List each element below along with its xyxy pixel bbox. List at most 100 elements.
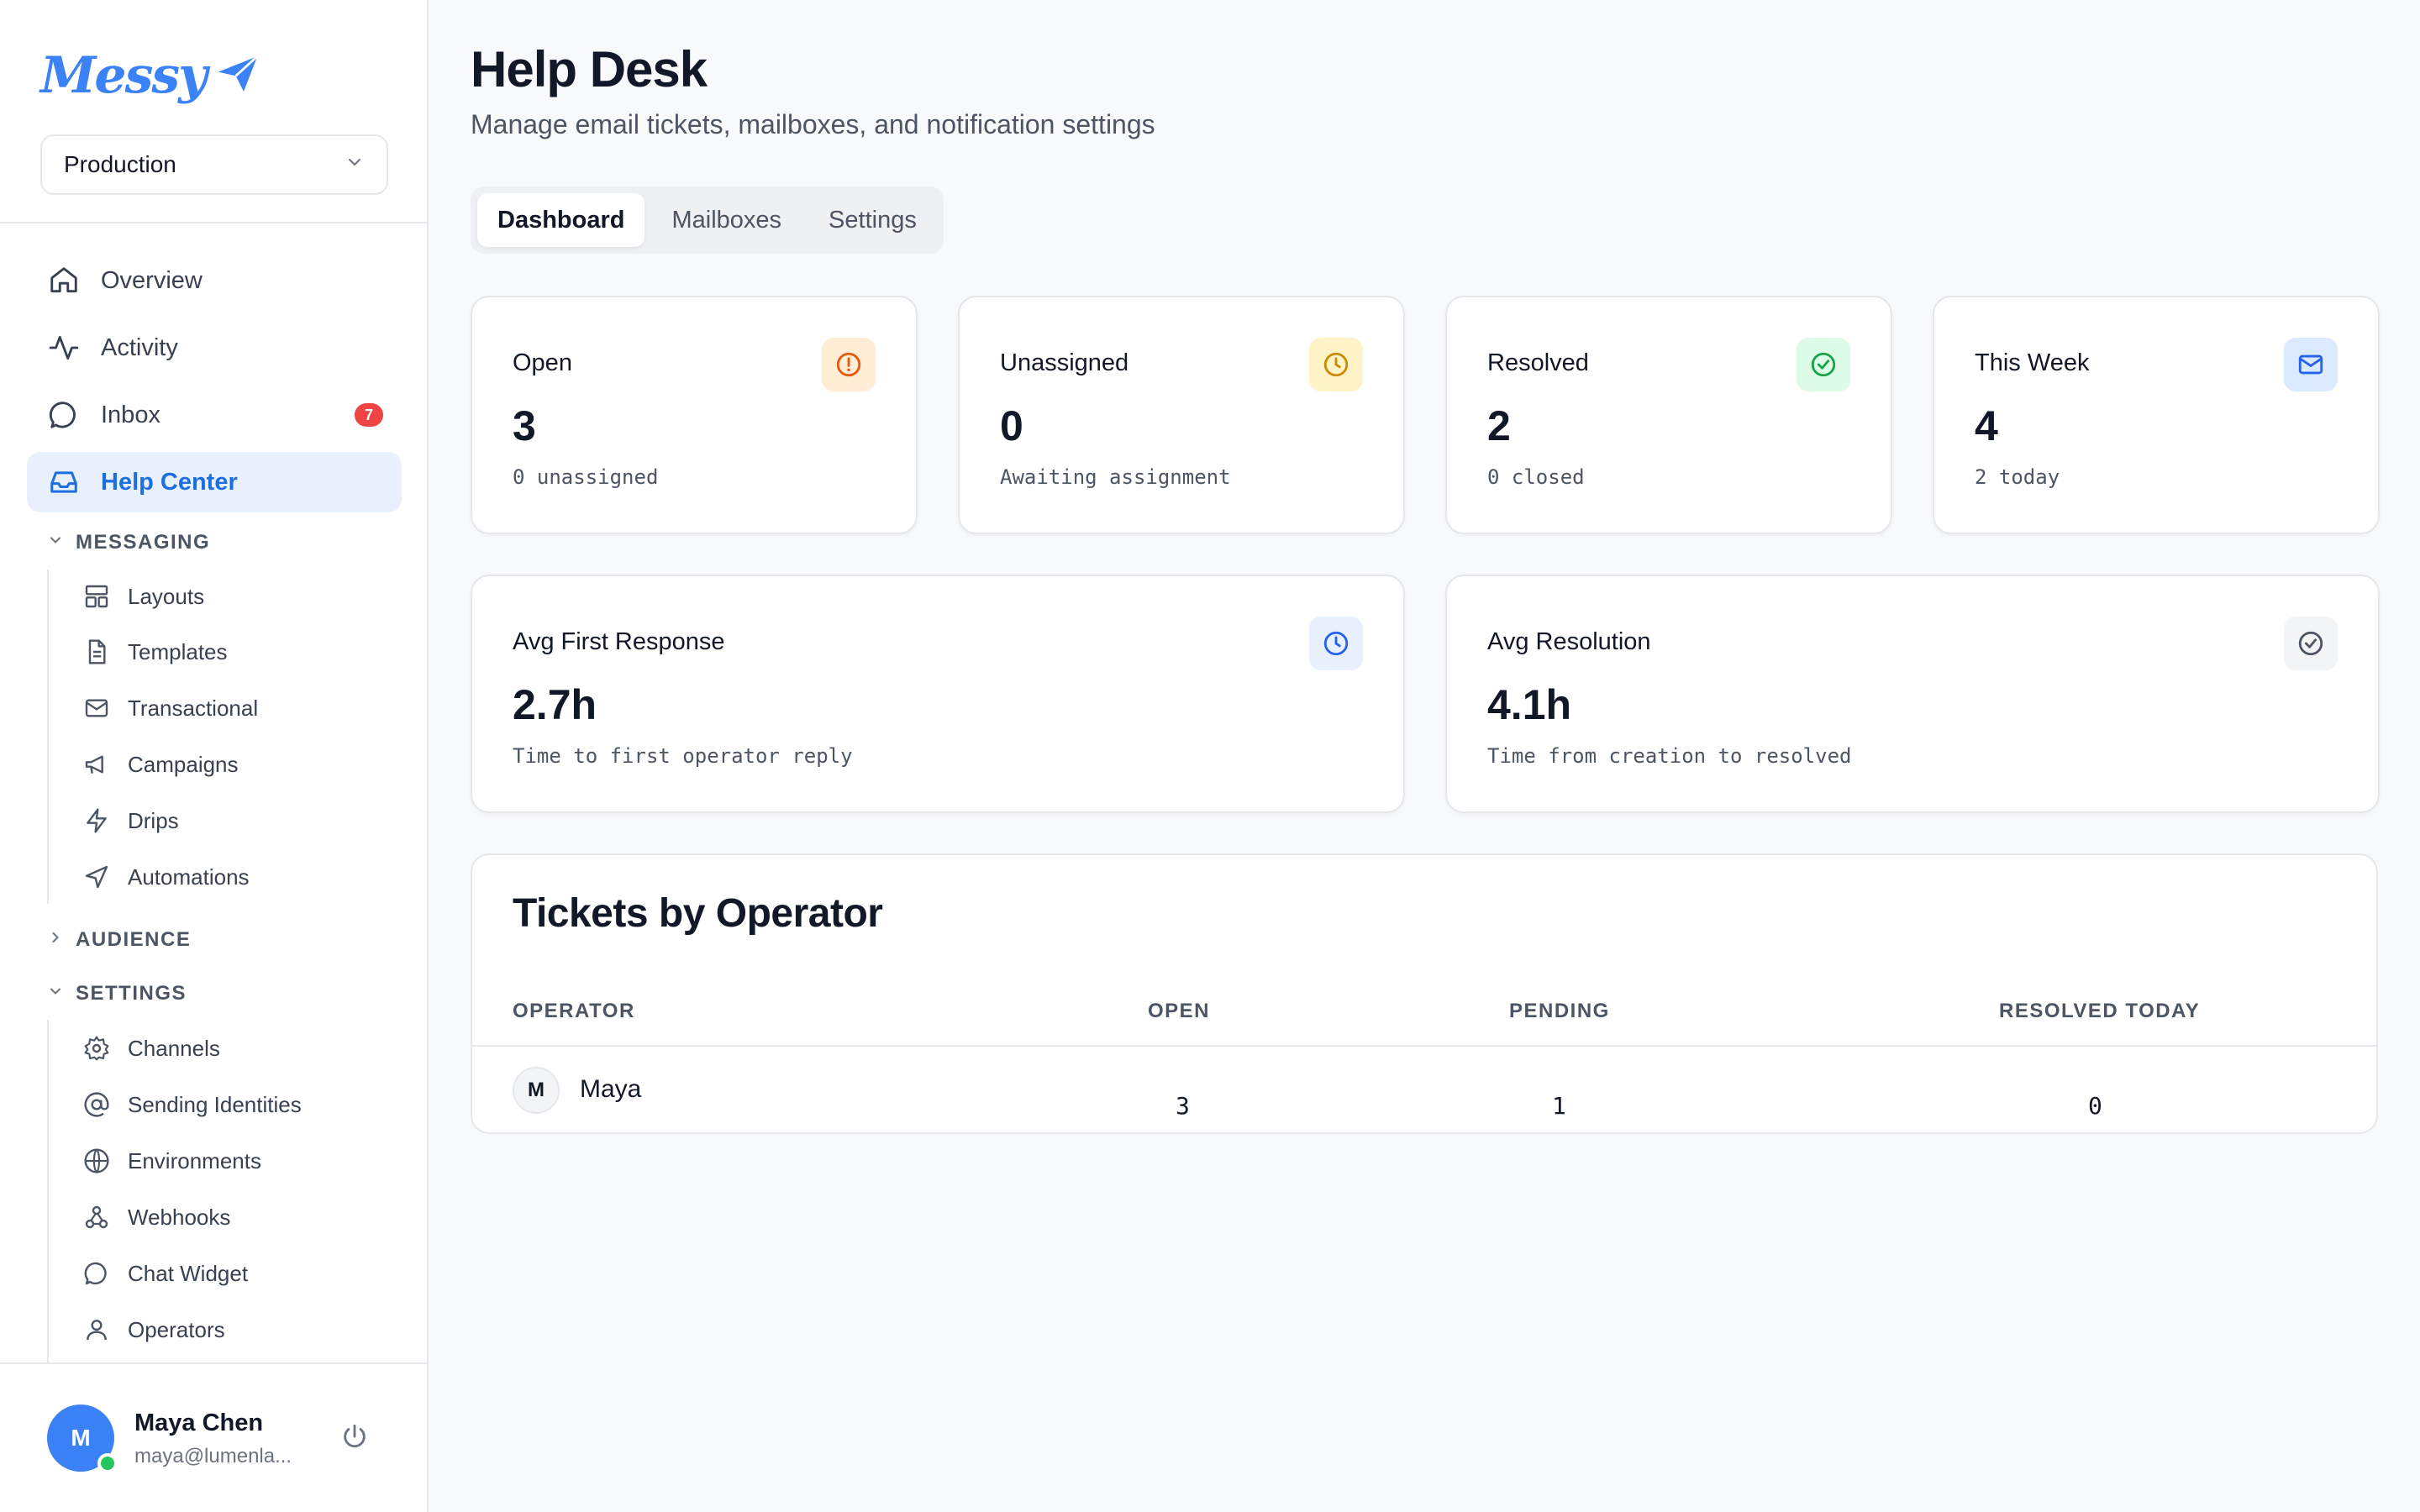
logo-text: Messy <box>40 46 208 105</box>
stat-value: 0 <box>1000 402 1023 449</box>
user-email: maya@lumenla... <box>134 1445 292 1467</box>
sidebar-item-automations[interactable]: Automations <box>82 853 250 900</box>
chevron-right-icon <box>47 928 64 952</box>
webhook-icon <box>82 1203 111 1231</box>
clock-icon <box>1309 617 1363 670</box>
section-toggle-settings[interactable]: SETTINGS <box>47 977 187 1011</box>
sidebar-item-layouts[interactable]: Layouts <box>82 573 204 620</box>
sidebar-item-channels[interactable]: Channels <box>82 1025 220 1072</box>
user-profile: M Maya Chen maya@lumenla... <box>0 1362 427 1512</box>
column-header-open: OPEN <box>1148 1000 1211 1022</box>
tab-dashboard[interactable]: Dashboard <box>477 193 645 247</box>
power-icon <box>340 1422 369 1455</box>
sidebar-item-label: Drips <box>128 807 179 833</box>
online-status-dot <box>97 1453 118 1473</box>
sidebar-item-activity[interactable]: Activity <box>27 318 402 378</box>
chat-bubble-icon <box>47 398 81 432</box>
environment-select-value: Production <box>64 151 176 177</box>
stat-label: This Week <box>1975 349 2090 376</box>
mail-icon <box>82 694 111 722</box>
stat-label: Unassigned <box>1000 349 1129 376</box>
section-tree-line <box>47 1020 49 1362</box>
check-circle-icon <box>1797 338 1850 391</box>
send-icon <box>82 863 111 891</box>
gear-icon <box>82 1034 111 1063</box>
stat-value: 4.1h <box>1487 681 1572 728</box>
sidebar-item-drips[interactable]: Drips <box>82 797 179 844</box>
inbox-count-badge: 7 <box>355 403 383 427</box>
paper-plane-icon <box>214 50 261 102</box>
operator-name: Maya <box>580 1075 642 1103</box>
stat-caption: 0 unassigned <box>513 465 659 489</box>
sidebar-item-webhooks[interactable]: Webhooks <box>82 1194 230 1241</box>
sidebar-item-label: Campaigns <box>128 751 239 777</box>
sidebar-item-operators[interactable]: Operators <box>82 1306 225 1353</box>
sidebar-item-label: Help Center <box>101 468 238 496</box>
logout-button[interactable] <box>336 1420 373 1457</box>
stat-card-resolved: Resolved 2 0 closed <box>1445 296 1892 534</box>
main-content: Help Desk Manage email tickets, mailboxe… <box>429 0 2420 1512</box>
sidebar-item-inbox[interactable]: Inbox 7 <box>27 385 402 445</box>
avatar-initial: M <box>71 1425 91 1451</box>
sidebar-item-overview[interactable]: Overview <box>27 250 402 311</box>
sidebar-item-sending-identities[interactable]: Sending Identities <box>82 1081 302 1128</box>
chevron-down-icon <box>47 982 64 1005</box>
table-header-divider <box>472 1045 2376 1047</box>
stat-caption: Time to first operator reply <box>513 744 853 768</box>
sidebar-item-label: Chat Widget <box>128 1260 249 1286</box>
environment-select[interactable]: Production <box>40 134 388 195</box>
logo[interactable]: Messy <box>40 42 261 109</box>
user-name: Maya Chen <box>134 1410 264 1436</box>
section-label: AUDIENCE <box>76 928 192 951</box>
stat-label: Avg First Response <box>513 628 725 655</box>
sidebar-item-templates[interactable]: Templates <box>82 628 228 675</box>
tickets-by-operator-table: Tickets by Operator OPERATOR OPEN PENDIN… <box>471 853 2378 1134</box>
check-circle-icon <box>2284 617 2338 670</box>
stat-value: 2.7h <box>513 681 597 728</box>
column-header-pending: PENDING <box>1509 1000 1610 1022</box>
sidebar-item-label: Overview <box>101 266 203 294</box>
at-sign-icon <box>82 1090 111 1119</box>
table-title: Tickets by Operator <box>513 891 883 936</box>
sidebar-item-label: Environments <box>128 1147 261 1173</box>
section-toggle-audience[interactable]: AUDIENCE <box>47 923 191 957</box>
sidebar-item-campaigns[interactable]: Campaigns <box>82 741 239 788</box>
sidebar-item-chat-widget[interactable]: Chat Widget <box>82 1250 248 1297</box>
sidebar-item-label: Layouts <box>128 583 205 609</box>
sidebar-item-label: Activity <box>101 333 178 361</box>
megaphone-icon <box>82 750 111 779</box>
stat-card-unassigned: Unassigned 0 Awaiting assignment <box>958 296 1405 534</box>
operator-avatar: M <box>513 1067 560 1114</box>
file-text-icon <box>82 638 111 666</box>
stat-card-this-week: This Week 4 2 today <box>1933 296 2380 534</box>
sidebar: Messy Production Overview Activity Inbox… <box>0 0 429 1512</box>
sidebar-item-label: Transactional <box>128 695 259 721</box>
globe-icon <box>82 1147 111 1175</box>
stat-label: Resolved <box>1487 349 1589 376</box>
sidebar-item-label: Webhooks <box>128 1204 231 1230</box>
cell-pending: 1 <box>1552 1092 1566 1120</box>
section-toggle-messaging[interactable]: MESSAGING <box>47 526 210 559</box>
inbox-tray-icon <box>47 465 81 499</box>
stat-card-avg-first-response: Avg First Response 2.7h Time to first op… <box>471 575 1405 813</box>
page-subtitle: Manage email tickets, mailboxes, and not… <box>471 109 1155 139</box>
sidebar-item-transactional[interactable]: Transactional <box>82 685 258 732</box>
sidebar-item-label: Inbox <box>101 401 160 428</box>
tab-bar: Dashboard Mailboxes Settings <box>471 186 944 254</box>
avatar[interactable]: M <box>47 1404 118 1473</box>
tab-settings[interactable]: Settings <box>808 193 937 247</box>
alert-circle-icon <box>822 338 876 391</box>
stat-value: 4 <box>1975 402 1998 449</box>
chat-bubble-icon <box>82 1259 111 1288</box>
home-icon <box>47 264 81 297</box>
stat-caption: 0 closed <box>1487 465 1585 489</box>
sidebar-item-help-center[interactable]: Help Center <box>27 452 402 512</box>
sidebar-item-environments[interactable]: Environments <box>82 1137 261 1184</box>
sidebar-item-label: Operators <box>128 1316 225 1342</box>
tab-mailboxes[interactable]: Mailboxes <box>651 193 802 247</box>
column-header-resolved-today: RESOLVED TODAY <box>1999 1000 2201 1022</box>
layout-icon <box>82 582 111 611</box>
mail-icon <box>2284 338 2338 391</box>
column-header-operator: OPERATOR <box>513 1000 635 1022</box>
stat-label: Open <box>513 349 572 376</box>
